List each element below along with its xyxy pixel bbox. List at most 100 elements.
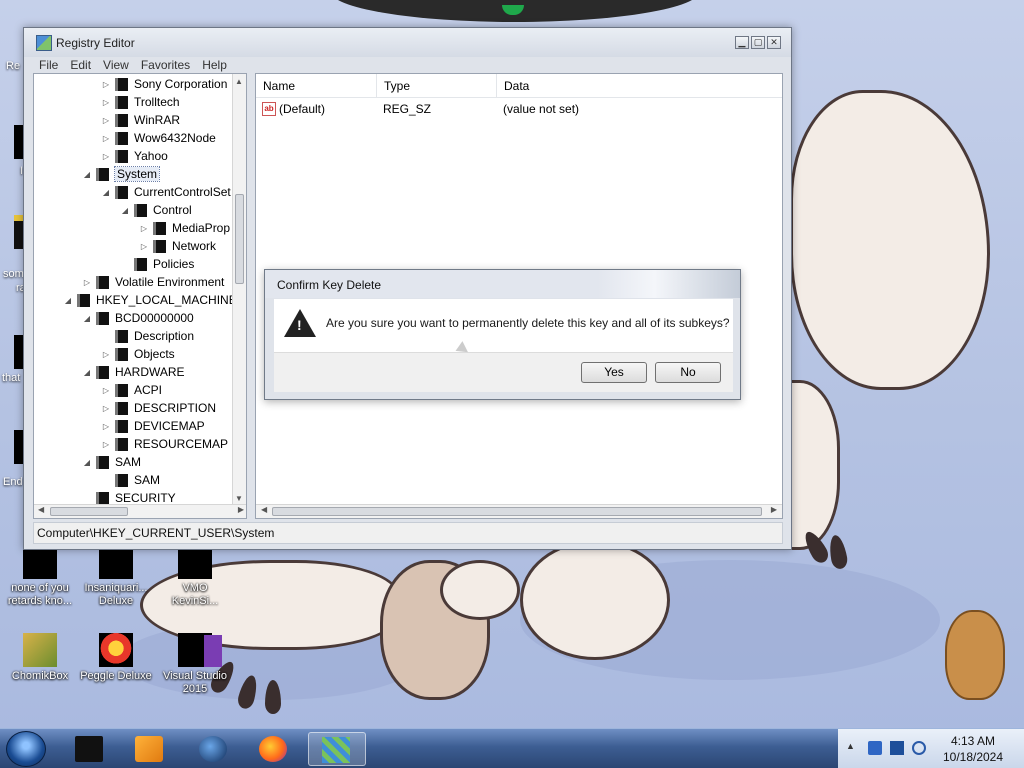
scrollbar-thumb[interactable] [50,507,128,516]
network-icon[interactable] [868,741,882,755]
tree-node[interactable]: ▷ Wow6432Node [101,129,216,147]
menu-view[interactable]: View [97,57,135,73]
taskbar-media-player[interactable] [122,732,176,766]
tree-node[interactable]: ▷ ACPI [101,381,162,399]
scroll-right-icon[interactable]: ▶ [771,505,777,514]
expand-toggle-icon[interactable]: ▷ [82,278,92,287]
expand-toggle-icon[interactable]: ▷ [101,134,111,143]
expand-toggle-icon[interactable]: ▷ [139,224,149,233]
expand-toggle-icon[interactable]: ◢ [101,188,111,197]
taskbar-web-browser[interactable] [186,732,240,766]
minimize-button[interactable]: ▁ [735,36,749,49]
tray-app-icon[interactable] [890,741,904,755]
scroll-up-icon[interactable]: ▲ [235,77,243,86]
expand-toggle-icon[interactable]: ▷ [139,242,149,251]
expand-toggle-icon[interactable]: ▷ [101,98,111,107]
value-row[interactable]: ab (Default) REG_SZ (value not set) [256,100,579,118]
expand-toggle-icon[interactable]: ▷ [101,422,111,431]
menu-help[interactable]: Help [196,57,233,73]
dialog-title: Confirm Key Delete [265,270,740,298]
menu-file[interactable]: File [33,57,64,73]
tree-node[interactable]: ▷ MediaProp [139,219,230,237]
expand-toggle-icon[interactable]: ▷ [101,116,111,125]
clock[interactable]: 4:13 AM 10/18/2024 [928,733,1018,765]
tree-node[interactable]: ▷ Network [139,237,216,255]
tree-node[interactable]: ▷ DEVICEMAP [101,417,205,435]
tree-node[interactable]: Policies [120,255,194,273]
desktop-icon[interactable]: Insaniquari... Deluxe [76,545,156,608]
tree-node[interactable]: ▷ Sony Corporation [101,75,227,93]
tree-node[interactable]: ▷ RESOURCEMAP [101,435,228,453]
key-tree-pane[interactable]: ▷ Sony Corporation ▷ Trolltech ▷ WinRAR ▷ Wow64… [33,73,247,519]
volume-icon[interactable] [912,741,926,755]
tree-node[interactable]: Description [101,327,194,345]
tree-node[interactable]: ◢ HKEY_LOCAL_MACHINE [63,291,237,309]
tree-node[interactable]: ▷ Volatile Environment [82,273,224,291]
expand-toggle-icon[interactable]: ◢ [82,458,92,467]
menu-edit[interactable]: Edit [64,57,97,73]
expand-toggle-icon[interactable]: ◢ [63,296,73,305]
column-header-data[interactable]: Data [497,74,782,98]
taskbar-registry-editor[interactable] [308,732,366,766]
tree-node-label: Sony Corporation [134,77,228,91]
tree-node[interactable]: ◢ System [82,165,161,183]
expand-toggle-icon[interactable]: ◢ [82,170,92,179]
menu-favorites[interactable]: Favorites [135,57,196,73]
desktop-icon[interactable]: Visual Studio 2015 [155,633,235,696]
expand-toggle-icon[interactable]: ▷ [101,350,111,359]
expand-toggle-icon[interactable]: ▷ [101,152,111,161]
tree-vertical-scrollbar[interactable]: ▲ ▼ [232,74,246,506]
dialog-body: Are you sure you want to permanently del… [274,299,733,352]
desktop-icon[interactable]: VMO KevinSi... [155,545,235,608]
expand-toggle-icon[interactable]: ▷ [101,386,111,395]
start-button[interactable] [6,731,46,767]
confirm-key-delete-dialog[interactable]: Confirm Key Delete Are you sure you want… [264,269,741,400]
expand-toggle-icon[interactable]: ◢ [82,368,92,377]
tree-node[interactable]: ◢ SAM [82,453,141,471]
scrollbar-thumb[interactable] [235,194,244,284]
desktop-icon[interactable]: none of you retards kno... [0,545,80,608]
tree-node[interactable]: ▷ WinRAR [101,111,180,129]
scroll-left-icon[interactable]: ◀ [261,505,267,514]
folder-icon [115,473,128,487]
tree-node[interactable]: ◢ CurrentControlSet [101,183,231,201]
no-button[interactable]: No [655,362,721,383]
yes-button[interactable]: Yes [581,362,647,383]
scroll-left-icon[interactable]: ◀ [38,505,44,514]
tree-node[interactable]: ▷ Objects [101,345,175,363]
tree-node[interactable]: ▷ Trolltech [101,93,180,111]
tree-node[interactable]: ◢ HARDWARE [82,363,185,381]
taskbar-file-explorer[interactable] [62,732,116,766]
close-button[interactable]: ✕ [767,36,781,49]
firefox-icon [259,736,287,762]
folder-icon [153,239,166,253]
desktop-icon[interactable]: Peggle Deluxe [76,633,156,683]
expand-toggle-icon[interactable]: ▷ [101,440,111,449]
show-hidden-icons-icon[interactable]: ▲ [846,741,860,755]
expand-toggle-icon[interactable]: ◢ [82,314,92,323]
folder-icon [115,401,128,415]
taskbar-firefox[interactable] [246,732,300,766]
tree-node[interactable]: ▷ DESCRIPTION [101,399,216,417]
scrollbar-thumb[interactable] [272,507,762,516]
tree-node[interactable]: ◢ Control [120,201,192,219]
tree-node-label: CurrentControlSet [134,185,231,199]
scroll-down-icon[interactable]: ▼ [235,494,243,503]
tree-node[interactable]: ▷ Yahoo [101,147,168,165]
maximize-button[interactable]: ▢ [751,36,765,49]
expand-toggle-icon[interactable]: ▷ [101,80,111,89]
tree-node[interactable]: SAM [101,471,160,489]
expand-toggle-icon[interactable]: ▷ [101,404,111,413]
tree-node[interactable]: ◢ BCD00000000 [82,309,194,327]
column-header-type[interactable]: Type [377,74,497,98]
window-titlebar[interactable]: Registry Editor [24,28,791,57]
list-column-headers: Name Type Data [256,74,782,98]
list-horizontal-scrollbar[interactable]: ◀ ▶ [256,504,782,518]
tree-horizontal-scrollbar[interactable]: ◀ ▶ [34,504,246,518]
globe-icon [199,736,227,762]
scroll-right-icon[interactable]: ▶ [238,505,244,514]
column-header-name[interactable]: Name [256,74,377,98]
expand-toggle-icon[interactable]: ◢ [120,206,130,215]
desktop-icon[interactable]: ChomikBox [0,633,80,683]
tree-node-label: SAM [115,455,142,469]
